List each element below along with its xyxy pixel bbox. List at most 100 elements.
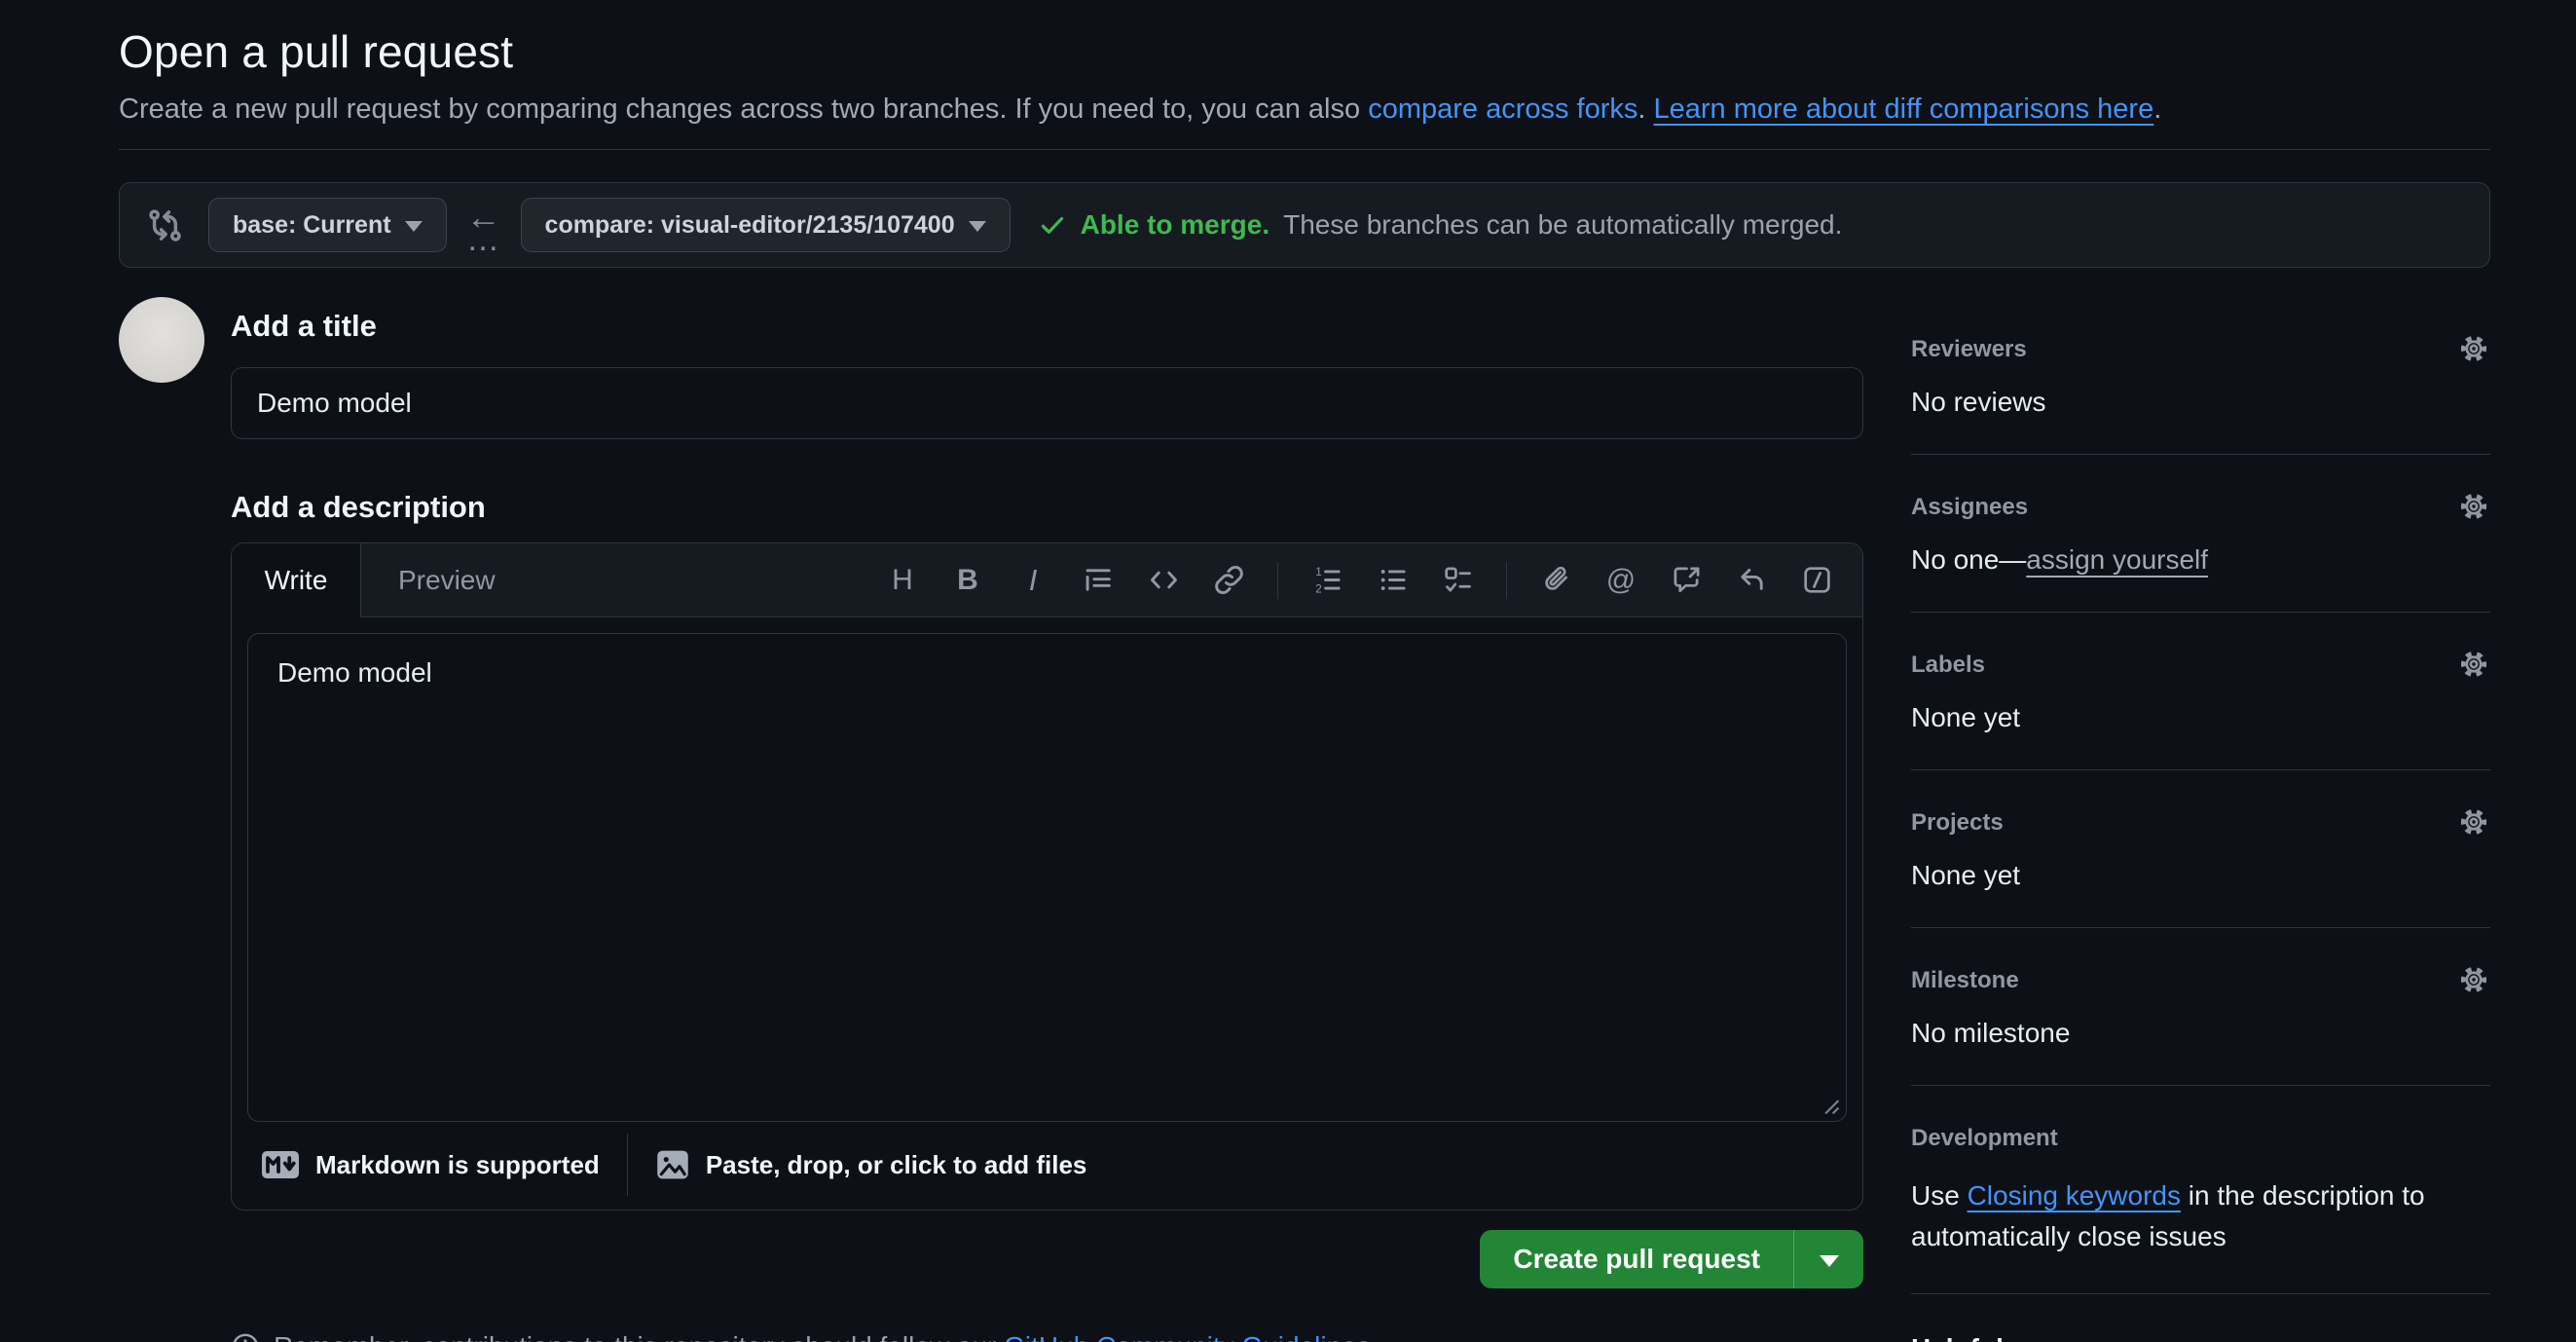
caret-down-icon	[1820, 1255, 1839, 1267]
gear-icon	[2457, 963, 2490, 996]
italic-icon[interactable]: I	[1016, 564, 1049, 597]
avatar-column	[119, 297, 231, 1342]
bullet-list-icon[interactable]	[1376, 564, 1409, 597]
info-icon	[231, 1332, 260, 1342]
assign-yourself-link[interactable]: assign yourself	[2026, 544, 2208, 575]
gear-icon	[2457, 648, 2490, 681]
slash-commands-icon[interactable]	[1800, 564, 1833, 597]
sidebar-section-reviewers: Reviewers No reviews	[1911, 297, 2490, 455]
note-text: Remember, contributions to this reposito…	[274, 1331, 1379, 1342]
actions-row: Create pull request	[231, 1230, 1863, 1288]
labels-body: None yet	[1911, 702, 2490, 733]
svg-text:2: 2	[1315, 582, 1321, 595]
merge-status: Able to merge. These branches can be aut…	[1038, 209, 1843, 241]
markdown-editor: Write Preview H B I	[231, 542, 1863, 1211]
attach-files-button[interactable]: Paste, drop, or click to add files	[628, 1147, 1115, 1182]
heading-icon[interactable]: H	[886, 564, 919, 597]
create-pull-request-button[interactable]: Create pull request	[1480, 1230, 1793, 1288]
tab-preview[interactable]: Preview	[361, 543, 533, 616]
reply-icon[interactable]	[1735, 564, 1768, 597]
pr-form: Add a title Add a description Write Prev…	[231, 297, 1863, 1342]
base-branch-label: base: Current	[233, 211, 391, 240]
tab-write[interactable]: Write	[232, 543, 361, 617]
markdown-icon	[261, 1150, 300, 1179]
editor-footer: Markdown is supported Paste, drop, or cl…	[232, 1122, 1862, 1210]
development-title: Development	[1911, 1125, 2490, 1152]
compare-across-forks-link[interactable]: compare across forks	[1368, 93, 1638, 125]
svg-text:1: 1	[1315, 566, 1321, 578]
description-label: Add a description	[231, 490, 1863, 525]
caret-down-icon	[969, 221, 986, 232]
gear-icon	[2457, 332, 2490, 365]
pr-description-textarea[interactable]: Demo model	[247, 633, 1847, 1122]
projects-title: Projects	[1911, 809, 2490, 837]
closing-keywords-link[interactable]: Closing keywords	[1968, 1180, 2181, 1211]
resize-handle[interactable]	[1817, 1092, 1840, 1115]
community-guidelines-link[interactable]: GitHub Community Guidelines	[1004, 1331, 1371, 1342]
markdown-supported-link[interactable]: Markdown is supported	[247, 1150, 627, 1180]
open-pull-request-page: Open a pull request Create a new pull re…	[0, 0, 2576, 1342]
reviewers-gear-button[interactable]	[2457, 332, 2490, 365]
mention-icon[interactable]: @	[1604, 564, 1638, 597]
numbered-list-icon[interactable]: 12	[1310, 564, 1343, 597]
editor-toolbar: H B I 12	[886, 543, 1862, 616]
milestone-gear-button[interactable]	[2457, 963, 2490, 996]
reviewers-title: Reviewers	[1911, 336, 2490, 363]
sidebar-section-milestone: Milestone No milestone	[1911, 928, 2490, 1086]
community-guidelines-note: Remember, contributions to this reposito…	[231, 1331, 1863, 1342]
toolbar-divider	[1506, 562, 1507, 599]
pr-title-input[interactable]	[231, 367, 1863, 439]
subtitle-text: Create a new pull request by comparing c…	[119, 93, 1368, 125]
development-body: Use Closing keywords in the description …	[1911, 1175, 2490, 1257]
pr-sidebar: Reviewers No reviews Assignees No one—as…	[1911, 297, 2490, 1342]
create-pull-request-options-button[interactable]	[1793, 1230, 1863, 1288]
cross-reference-icon[interactable]	[1670, 564, 1703, 597]
gear-icon	[2457, 490, 2490, 523]
check-icon	[1038, 210, 1067, 240]
branch-comparison-bar: base: Current ← … compare: visual-editor…	[119, 182, 2490, 268]
compare-branch-selector[interactable]: compare: visual-editor/2135/107400	[521, 198, 1011, 252]
markdown-supported-label: Markdown is supported	[315, 1150, 600, 1180]
merge-status-bold: Able to merge.	[1081, 209, 1270, 241]
create-pull-request-split-button: Create pull request	[1480, 1230, 1863, 1288]
assignees-body: No one—assign yourself	[1911, 544, 2490, 576]
subhead-divider	[119, 149, 2490, 150]
assignees-gear-button[interactable]	[2457, 490, 2490, 523]
code-icon[interactable]	[1147, 564, 1180, 597]
projects-gear-button[interactable]	[2457, 805, 2490, 839]
git-compare-icon	[147, 207, 183, 243]
compare-branch-label: compare: visual-editor/2135/107400	[545, 211, 955, 240]
title-label: Add a title	[231, 309, 1863, 344]
page-title: Open a pull request	[119, 25, 2490, 78]
merge-status-text: These branches can be automatically merg…	[1283, 209, 1842, 241]
bold-icon[interactable]: B	[951, 564, 984, 597]
sidebar-section-projects: Projects None yet	[1911, 770, 2490, 928]
compare-direction-arrow-icon: ← …	[466, 203, 501, 247]
base-branch-selector[interactable]: base: Current	[208, 198, 447, 252]
quote-icon[interactable]	[1082, 564, 1115, 597]
labels-title: Labels	[1911, 652, 2490, 679]
milestone-body: No milestone	[1911, 1018, 2490, 1049]
diff-comparisons-link[interactable]: Learn more about diff comparisons here	[1654, 93, 2154, 125]
task-list-icon[interactable]	[1441, 564, 1474, 597]
paperclip-icon[interactable]	[1539, 564, 1572, 597]
sidebar-section-development: Development Use Closing keywords in the …	[1911, 1086, 2490, 1294]
caret-down-icon	[405, 221, 423, 232]
helpful-resources-title: Helpful resources	[1911, 1333, 2490, 1342]
image-icon	[655, 1147, 690, 1182]
page-subtitle: Create a new pull request by comparing c…	[119, 93, 2490, 126]
avatar	[119, 297, 204, 383]
assignees-title: Assignees	[1911, 494, 2490, 521]
editor-header: Write Preview H B I	[232, 543, 1862, 617]
reviewers-body: No reviews	[1911, 387, 2490, 418]
toolbar-divider	[1277, 562, 1278, 599]
sidebar-section-assignees: Assignees No one—assign yourself	[1911, 455, 2490, 613]
gear-icon	[2457, 805, 2490, 839]
sidebar-section-helpful-resources: Helpful resources GitHub Community Guide…	[1911, 1294, 2490, 1342]
milestone-title: Milestone	[1911, 967, 2490, 994]
projects-body: None yet	[1911, 860, 2490, 891]
editor-body: Demo model	[232, 617, 1862, 1122]
labels-gear-button[interactable]	[2457, 648, 2490, 681]
attach-files-label: Paste, drop, or click to add files	[706, 1150, 1087, 1180]
link-icon[interactable]	[1212, 564, 1245, 597]
